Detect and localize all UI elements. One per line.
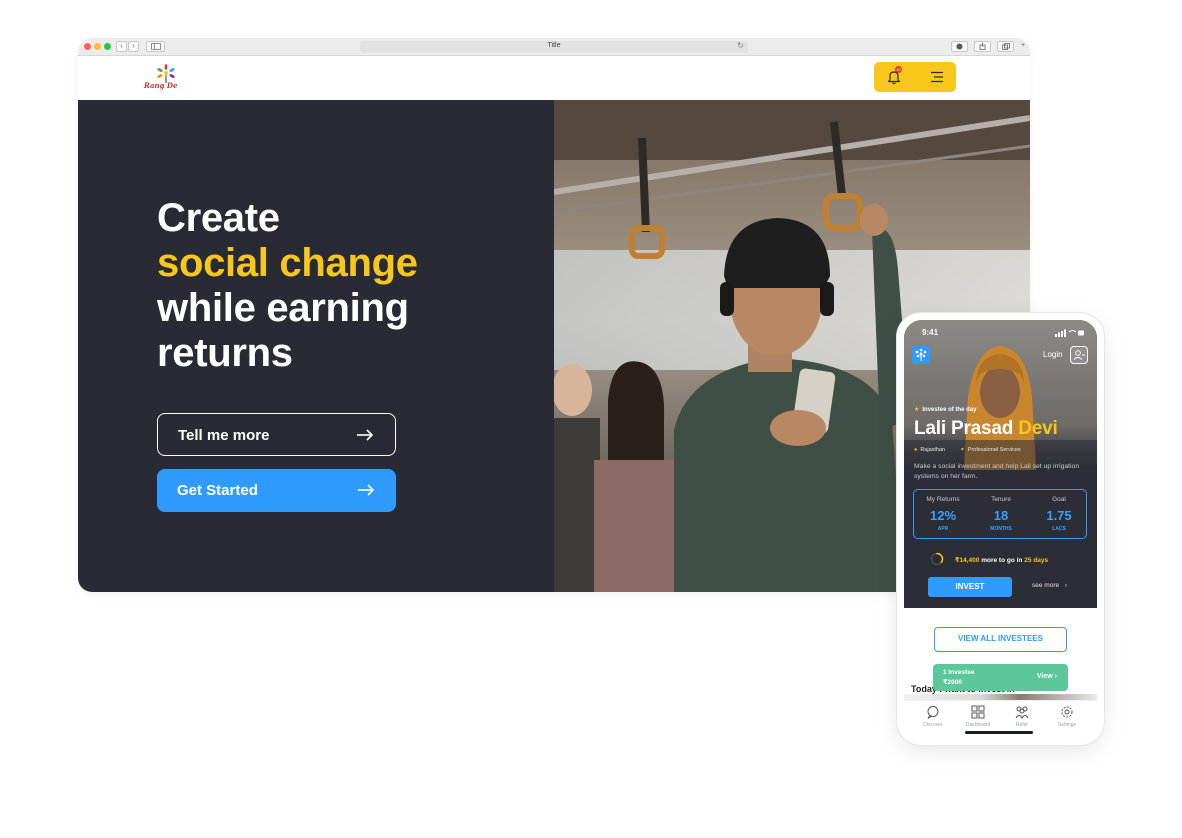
investment-stats: My Returns 12% APR Tenure 18 MONTHS Goal…: [913, 489, 1087, 539]
star-icon: ★: [914, 407, 920, 413]
stat-tenure: Tenure 18 MONTHS: [990, 496, 1012, 532]
tab-refer[interactable]: Refer: [1002, 705, 1042, 728]
investee-name: Lali Prasad Devi: [914, 418, 1058, 439]
hero-headline: Create social change while earning retur…: [157, 196, 418, 376]
address-bar[interactable]: Title ↻: [360, 41, 748, 53]
chevron-left-icon: ‹: [120, 43, 123, 50]
cart-view-link[interactable]: View ›: [1037, 673, 1057, 680]
tab-discover[interactable]: Discover: [913, 705, 953, 728]
cart-toast[interactable]: 1 Investee ₹2000 View ›: [933, 664, 1068, 691]
status-bar-icons: [1055, 329, 1084, 337]
login-button[interactable]: [1070, 346, 1088, 364]
funding-progress-ring: [930, 552, 944, 566]
status-time: 9:41: [922, 328, 939, 337]
stat-goal: Goal 1.75 LACS: [1046, 496, 1072, 532]
investee-description: Make a social investment and help Lali s…: [914, 463, 1080, 480]
notification-badge: 10: [895, 66, 902, 73]
investee-meta: ● Rajasthan ✦ Professional Services: [914, 447, 1021, 453]
forward-button[interactable]: ›: [128, 41, 139, 52]
tab-settings[interactable]: Settings: [1047, 705, 1087, 728]
headline-line-3: while earning: [157, 286, 409, 330]
minimize-window-button[interactable]: [94, 43, 101, 50]
rang-de-logo[interactable]: Rang De: [144, 64, 194, 94]
chevron-right-icon: ›: [1054, 673, 1057, 680]
investee-hero-card: 9:41 Login ★ Investee of the day Lali Pr…: [904, 320, 1097, 608]
cart-count: 1 Investee: [943, 669, 975, 676]
site-navbar: Rang De 10: [78, 56, 1030, 100]
browser-titlebar: ‹ › Title ↻ +: [78, 38, 1030, 56]
view-all-investees-button[interactable]: VIEW ALL INVESTEES: [934, 627, 1067, 652]
phone-mockup: 9:41 Login ★ Investee of the day Lali Pr…: [897, 313, 1104, 745]
see-more-link[interactable]: see more ›: [1032, 582, 1067, 589]
zoom-window-button[interactable]: [104, 43, 111, 50]
tell-me-more-button[interactable]: Tell me more: [157, 413, 396, 456]
category-icon: ✦: [960, 447, 965, 453]
new-tab-button[interactable]: +: [1018, 41, 1028, 52]
hero-panel: Create social change while earning retur…: [78, 100, 554, 592]
app-logo[interactable]: [912, 346, 930, 364]
chevron-right-icon: ›: [132, 43, 135, 50]
login-link[interactable]: Login: [1043, 350, 1063, 359]
browser-window: ‹ › Title ↻ + Rang De 10 Create social c…: [78, 38, 1030, 592]
headline-line-1: Create: [157, 196, 280, 240]
people-icon: [1015, 706, 1029, 719]
remaining-amount-text: ₹14,400 more to go in 25 days: [955, 557, 1049, 564]
headline-line-2: social change: [157, 241, 418, 285]
chat-bubble-icon: [927, 706, 939, 719]
arrow-right-icon: [358, 484, 375, 496]
menu-icon[interactable]: [930, 71, 944, 83]
location-pin-icon: ●: [914, 447, 918, 453]
tabs-overview-button[interactable]: [997, 41, 1014, 52]
download-icon: [956, 43, 963, 50]
cart-amount: ₹2000: [943, 679, 962, 686]
page-title: Title: [547, 42, 561, 49]
reload-icon[interactable]: ↻: [737, 41, 744, 50]
close-window-button[interactable]: [84, 43, 91, 50]
get-started-button[interactable]: Get Started: [157, 469, 396, 512]
chevron-right-icon: ›: [1064, 582, 1068, 589]
sidebar-icon: [150, 43, 161, 50]
get-started-label: Get Started: [177, 482, 258, 499]
investee-of-the-day-label: ★ Investee of the day: [914, 407, 977, 413]
tabs-icon: [1001, 43, 1010, 50]
back-button[interactable]: ‹: [116, 41, 127, 52]
gear-icon: [1061, 706, 1073, 718]
share-icon: [979, 42, 986, 50]
grid-icon: [971, 705, 985, 719]
sidebar-toggle-button[interactable]: [146, 41, 165, 52]
logo-wordmark: Rang De: [144, 81, 178, 90]
tab-dashboard[interactable]: Dashboard: [958, 705, 998, 728]
share-button[interactable]: [974, 41, 991, 52]
nav-actions-group: 10: [874, 62, 956, 92]
investee-category: Professional Services: [967, 447, 1021, 453]
arrow-right-icon: [357, 429, 374, 441]
investee-location: Rajasthan: [920, 447, 946, 453]
flower-logo-icon: [915, 348, 927, 361]
phone-screen: 9:41 Login ★ Investee of the day Lali Pr…: [904, 320, 1097, 738]
headline-line-4: returns: [157, 331, 293, 375]
home-indicator: [965, 731, 1033, 734]
downloads-button[interactable]: [951, 41, 968, 52]
stat-returns: My Returns 12% APR: [926, 496, 960, 532]
tell-me-more-label: Tell me more: [178, 427, 270, 444]
user-login-icon: [1073, 350, 1085, 360]
invest-button[interactable]: INVEST: [928, 577, 1012, 597]
mockup-stage: ‹ › Title ↻ + Rang De 10 Create social c…: [0, 0, 1182, 838]
